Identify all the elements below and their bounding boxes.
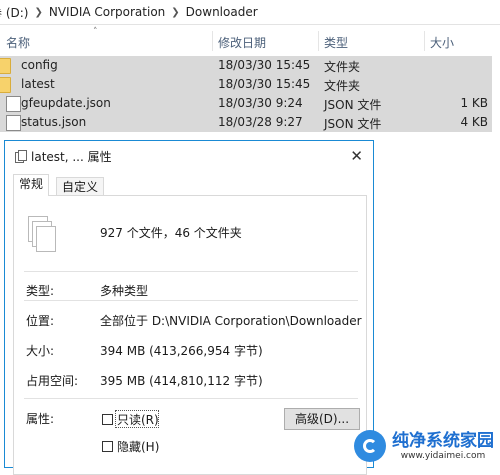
divider [24, 398, 358, 399]
file-icon [6, 96, 21, 112]
file-type: 文件夹 [324, 79, 361, 93]
breadcrumb-downloader[interactable]: Downloader [180, 5, 264, 19]
folder-icon [0, 77, 11, 93]
column-divider[interactable] [424, 31, 425, 51]
divider [24, 300, 358, 301]
column-divider[interactable] [212, 31, 213, 51]
file-count-summary: 927 个文件，46 个文件夹 [100, 226, 242, 240]
sort-ascending-icon: ˄ [93, 27, 98, 37]
multiple-documents-icon [28, 216, 56, 252]
file-row-latest[interactable]: latest 18/03/30 15:45 文件夹 [0, 75, 492, 94]
readonly-checkbox[interactable] [102, 414, 113, 425]
multiple-files-icon [15, 150, 27, 163]
size-on-disk-label: 占用空间: [26, 374, 79, 388]
tab-custom[interactable]: 自定义 [56, 177, 105, 196]
breadcrumb-separator-icon[interactable]: ❯ [171, 7, 179, 18]
file-name: latest [21, 77, 55, 91]
size-on-disk-value: 395 MB (414,810,112 字节) [100, 374, 263, 388]
file-name: gfeupdate.json [21, 96, 111, 110]
type-label: 类型: [26, 284, 55, 298]
file-size: 1 KB [460, 96, 488, 110]
attributes-label: 属性: [26, 412, 55, 426]
folder-icon [0, 58, 11, 74]
breadcrumb-separator-icon[interactable]: ❯ [34, 7, 42, 18]
column-modified[interactable]: 修改日期 [218, 34, 266, 51]
file-type: JSON 文件 [324, 98, 382, 112]
address-bar[interactable]: 卷 (D:) ❯ NVIDIA Corporation ❯ Downloader [0, 0, 500, 25]
type-value: 多种类型 [100, 284, 149, 298]
hidden-label[interactable]: 隐藏(H) [117, 438, 159, 455]
properties-dialog: latest, ... 属性 ✕ 常规 自定义 927 个文件，46 个文件夹 … [4, 140, 374, 475]
location-value: 全部位于 D:\NVIDIA Corporation\Downloader [100, 314, 362, 328]
advanced-button[interactable]: 高级(D)... [284, 408, 360, 430]
location-label: 位置: [26, 314, 55, 328]
size-label: 大小: [26, 344, 55, 358]
hidden-checkbox[interactable] [102, 441, 113, 452]
column-type[interactable]: 类型 [324, 34, 348, 51]
size-value: 394 MB (413,266,954 字节) [100, 344, 263, 358]
file-date: 18/03/30 9:24 [218, 96, 303, 110]
breadcrumb-drive[interactable]: 卷 (D:) [0, 4, 34, 21]
tab-general[interactable]: 常规 [13, 174, 50, 196]
column-header-row: ˄ 名称 修改日期 类型 大小 [0, 27, 500, 53]
site-logo-icon [354, 430, 386, 462]
watermark-title: 纯净系统家园 [392, 430, 494, 451]
breadcrumb-nvidia[interactable]: NVIDIA Corporation [43, 5, 171, 19]
dialog-title: latest, ... 属性 [31, 149, 112, 164]
column-divider[interactable] [318, 31, 319, 51]
general-tab-panel: 927 个文件，46 个文件夹 类型: 多种类型 位置: 全部位于 D:\NVI… [13, 195, 367, 475]
file-name: config [21, 58, 58, 72]
watermark: 纯净系统家园 www.yidaimei.com [354, 430, 494, 462]
file-row-gfeupdate[interactable]: gfeupdate.json 18/03/30 9:24 JSON 文件 1 K… [0, 94, 492, 113]
column-size[interactable]: 大小 [430, 34, 454, 51]
file-row-config[interactable]: config 18/03/30 15:45 文件夹 [0, 56, 492, 75]
file-icon [6, 115, 21, 131]
tab-strip: 常规 自定义 [13, 171, 373, 196]
dialog-titlebar[interactable]: latest, ... 属性 ✕ [5, 141, 373, 171]
file-size: 4 KB [460, 115, 488, 129]
file-date: 18/03/30 15:45 [218, 58, 311, 72]
file-row-status[interactable]: status.json 18/03/28 9:27 JSON 文件 4 KB [0, 113, 492, 132]
close-icon[interactable]: ✕ [350, 147, 363, 165]
file-name: status.json [21, 115, 87, 129]
file-date: 18/03/30 15:45 [218, 77, 311, 91]
readonly-label[interactable]: 只读(R) [117, 411, 159, 428]
file-type: 文件夹 [324, 60, 361, 74]
file-type: JSON 文件 [324, 117, 382, 131]
file-list: config 18/03/30 15:45 文件夹 latest 18/03/3… [0, 56, 492, 132]
watermark-url: www.yidaimei.com [400, 450, 486, 461]
column-name[interactable]: 名称 [6, 34, 30, 51]
file-date: 18/03/28 9:27 [218, 115, 303, 129]
divider [24, 271, 358, 272]
